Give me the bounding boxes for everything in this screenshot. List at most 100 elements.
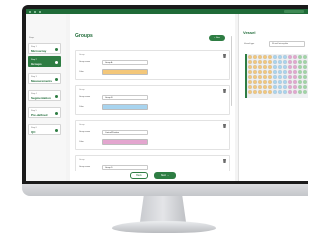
trash-icon[interactable] <box>223 89 226 93</box>
well-1-8[interactable] <box>287 59 293 65</box>
well-3-9[interactable] <box>292 69 298 75</box>
well-2-6[interactable] <box>277 64 283 70</box>
well-1-6[interactable] <box>277 59 283 65</box>
well-0-5[interactable] <box>272 54 278 60</box>
well-3-3[interactable] <box>262 69 268 75</box>
well-0-6[interactable] <box>277 54 283 60</box>
well-3-1[interactable] <box>252 69 258 75</box>
well-4-0[interactable] <box>247 74 253 80</box>
well-0-11[interactable] <box>302 54 308 60</box>
well-6-7[interactable] <box>282 84 288 90</box>
well-5-2[interactable] <box>257 79 263 85</box>
well-7-2[interactable] <box>257 89 263 95</box>
well-1-4[interactable] <box>267 59 273 65</box>
well-0-3[interactable] <box>262 54 268 60</box>
well-7-9[interactable] <box>292 89 298 95</box>
sidebar-step-groups[interactable]: Step 2 Groups <box>28 56 61 67</box>
well-5-5[interactable] <box>272 79 278 85</box>
well-1-11[interactable] <box>302 59 308 65</box>
well-6-6[interactable] <box>277 84 283 90</box>
well-6-5[interactable] <box>272 84 278 90</box>
trash-icon[interactable] <box>223 159 226 163</box>
well-2-11[interactable] <box>302 64 308 70</box>
well-1-5[interactable] <box>272 59 278 65</box>
sidebar-step-measurements[interactable]: Step 3 Measurements <box>28 73 61 84</box>
well-4-1[interactable] <box>252 74 258 80</box>
well-7-10[interactable] <box>297 89 303 95</box>
well-2-1[interactable] <box>252 64 258 70</box>
well-5-1[interactable] <box>252 79 258 85</box>
scrollbar[interactable] <box>231 36 232 106</box>
well-7-4[interactable] <box>267 89 273 95</box>
well-7-3[interactable] <box>262 89 268 95</box>
new-group-button[interactable]: + New <box>209 35 225 41</box>
color-swatch[interactable] <box>102 69 148 75</box>
well-1-10[interactable] <box>297 59 303 65</box>
well-3-5[interactable] <box>272 69 278 75</box>
well-1-9[interactable] <box>292 59 298 65</box>
group-name-input[interactable]: Control/Positive <box>102 130 148 135</box>
trash-icon[interactable] <box>223 124 226 128</box>
well-2-4[interactable] <box>267 64 273 70</box>
well-3-8[interactable] <box>287 69 293 75</box>
well-3-4[interactable] <box>267 69 273 75</box>
well-2-7[interactable] <box>282 64 288 70</box>
well-4-10[interactable] <box>297 74 303 80</box>
well-6-1[interactable] <box>252 84 258 90</box>
well-1-1[interactable] <box>252 59 258 65</box>
well-3-6[interactable] <box>277 69 283 75</box>
sidebar-step-qc[interactable]: Step 6 QC <box>28 124 61 135</box>
well-6-2[interactable] <box>257 84 263 90</box>
well-7-0[interactable] <box>247 89 253 95</box>
account-menu[interactable] <box>284 10 304 13</box>
well-5-6[interactable] <box>277 79 283 85</box>
well-2-8[interactable] <box>287 64 293 70</box>
well-1-0[interactable] <box>247 59 253 65</box>
well-0-10[interactable] <box>297 54 303 60</box>
well-0-8[interactable] <box>287 54 293 60</box>
well-4-3[interactable] <box>262 74 268 80</box>
well-3-11[interactable] <box>302 69 308 75</box>
sidebar-step-predefined[interactable]: Step 5 Pre-defined <box>28 107 61 118</box>
well-1-7[interactable] <box>282 59 288 65</box>
group-name-input[interactable]: Group A <box>102 60 148 65</box>
well-4-8[interactable] <box>287 74 293 80</box>
well-2-0[interactable] <box>247 64 253 70</box>
trash-icon[interactable] <box>223 54 226 58</box>
well-5-3[interactable] <box>262 79 268 85</box>
well-0-9[interactable] <box>292 54 298 60</box>
well-4-9[interactable] <box>292 74 298 80</box>
well-7-7[interactable] <box>282 89 288 95</box>
well-1-3[interactable] <box>262 59 268 65</box>
well-6-8[interactable] <box>287 84 293 90</box>
well-2-2[interactable] <box>257 64 263 70</box>
back-button[interactable]: Back <box>130 172 148 179</box>
well-7-11[interactable] <box>302 89 308 95</box>
well-4-7[interactable] <box>282 74 288 80</box>
well-0-1[interactable] <box>252 54 258 60</box>
next-button[interactable]: Next → <box>154 172 176 179</box>
well-7-6[interactable] <box>277 89 283 95</box>
sidebar-step-segmentation[interactable]: Step 4 Segmentation <box>28 90 61 101</box>
well-5-10[interactable] <box>297 79 303 85</box>
color-swatch[interactable] <box>102 139 148 145</box>
sidebar-step-microarray[interactable]: Step 1 Microarray <box>28 43 61 54</box>
well-0-0[interactable] <box>247 54 253 60</box>
well-6-10[interactable] <box>297 84 303 90</box>
well-2-9[interactable] <box>292 64 298 70</box>
well-3-2[interactable] <box>257 69 263 75</box>
well-4-5[interactable] <box>272 74 278 80</box>
well-5-9[interactable] <box>292 79 298 85</box>
well-4-2[interactable] <box>257 74 263 80</box>
well-7-5[interactable] <box>272 89 278 95</box>
well-5-11[interactable] <box>302 79 308 85</box>
well-6-11[interactable] <box>302 84 308 90</box>
well-0-2[interactable] <box>257 54 263 60</box>
well-1-2[interactable] <box>257 59 263 65</box>
well-5-8[interactable] <box>287 79 293 85</box>
well-4-11[interactable] <box>302 74 308 80</box>
well-3-7[interactable] <box>282 69 288 75</box>
well-5-4[interactable] <box>267 79 273 85</box>
well-5-0[interactable] <box>247 79 253 85</box>
well-3-10[interactable] <box>297 69 303 75</box>
